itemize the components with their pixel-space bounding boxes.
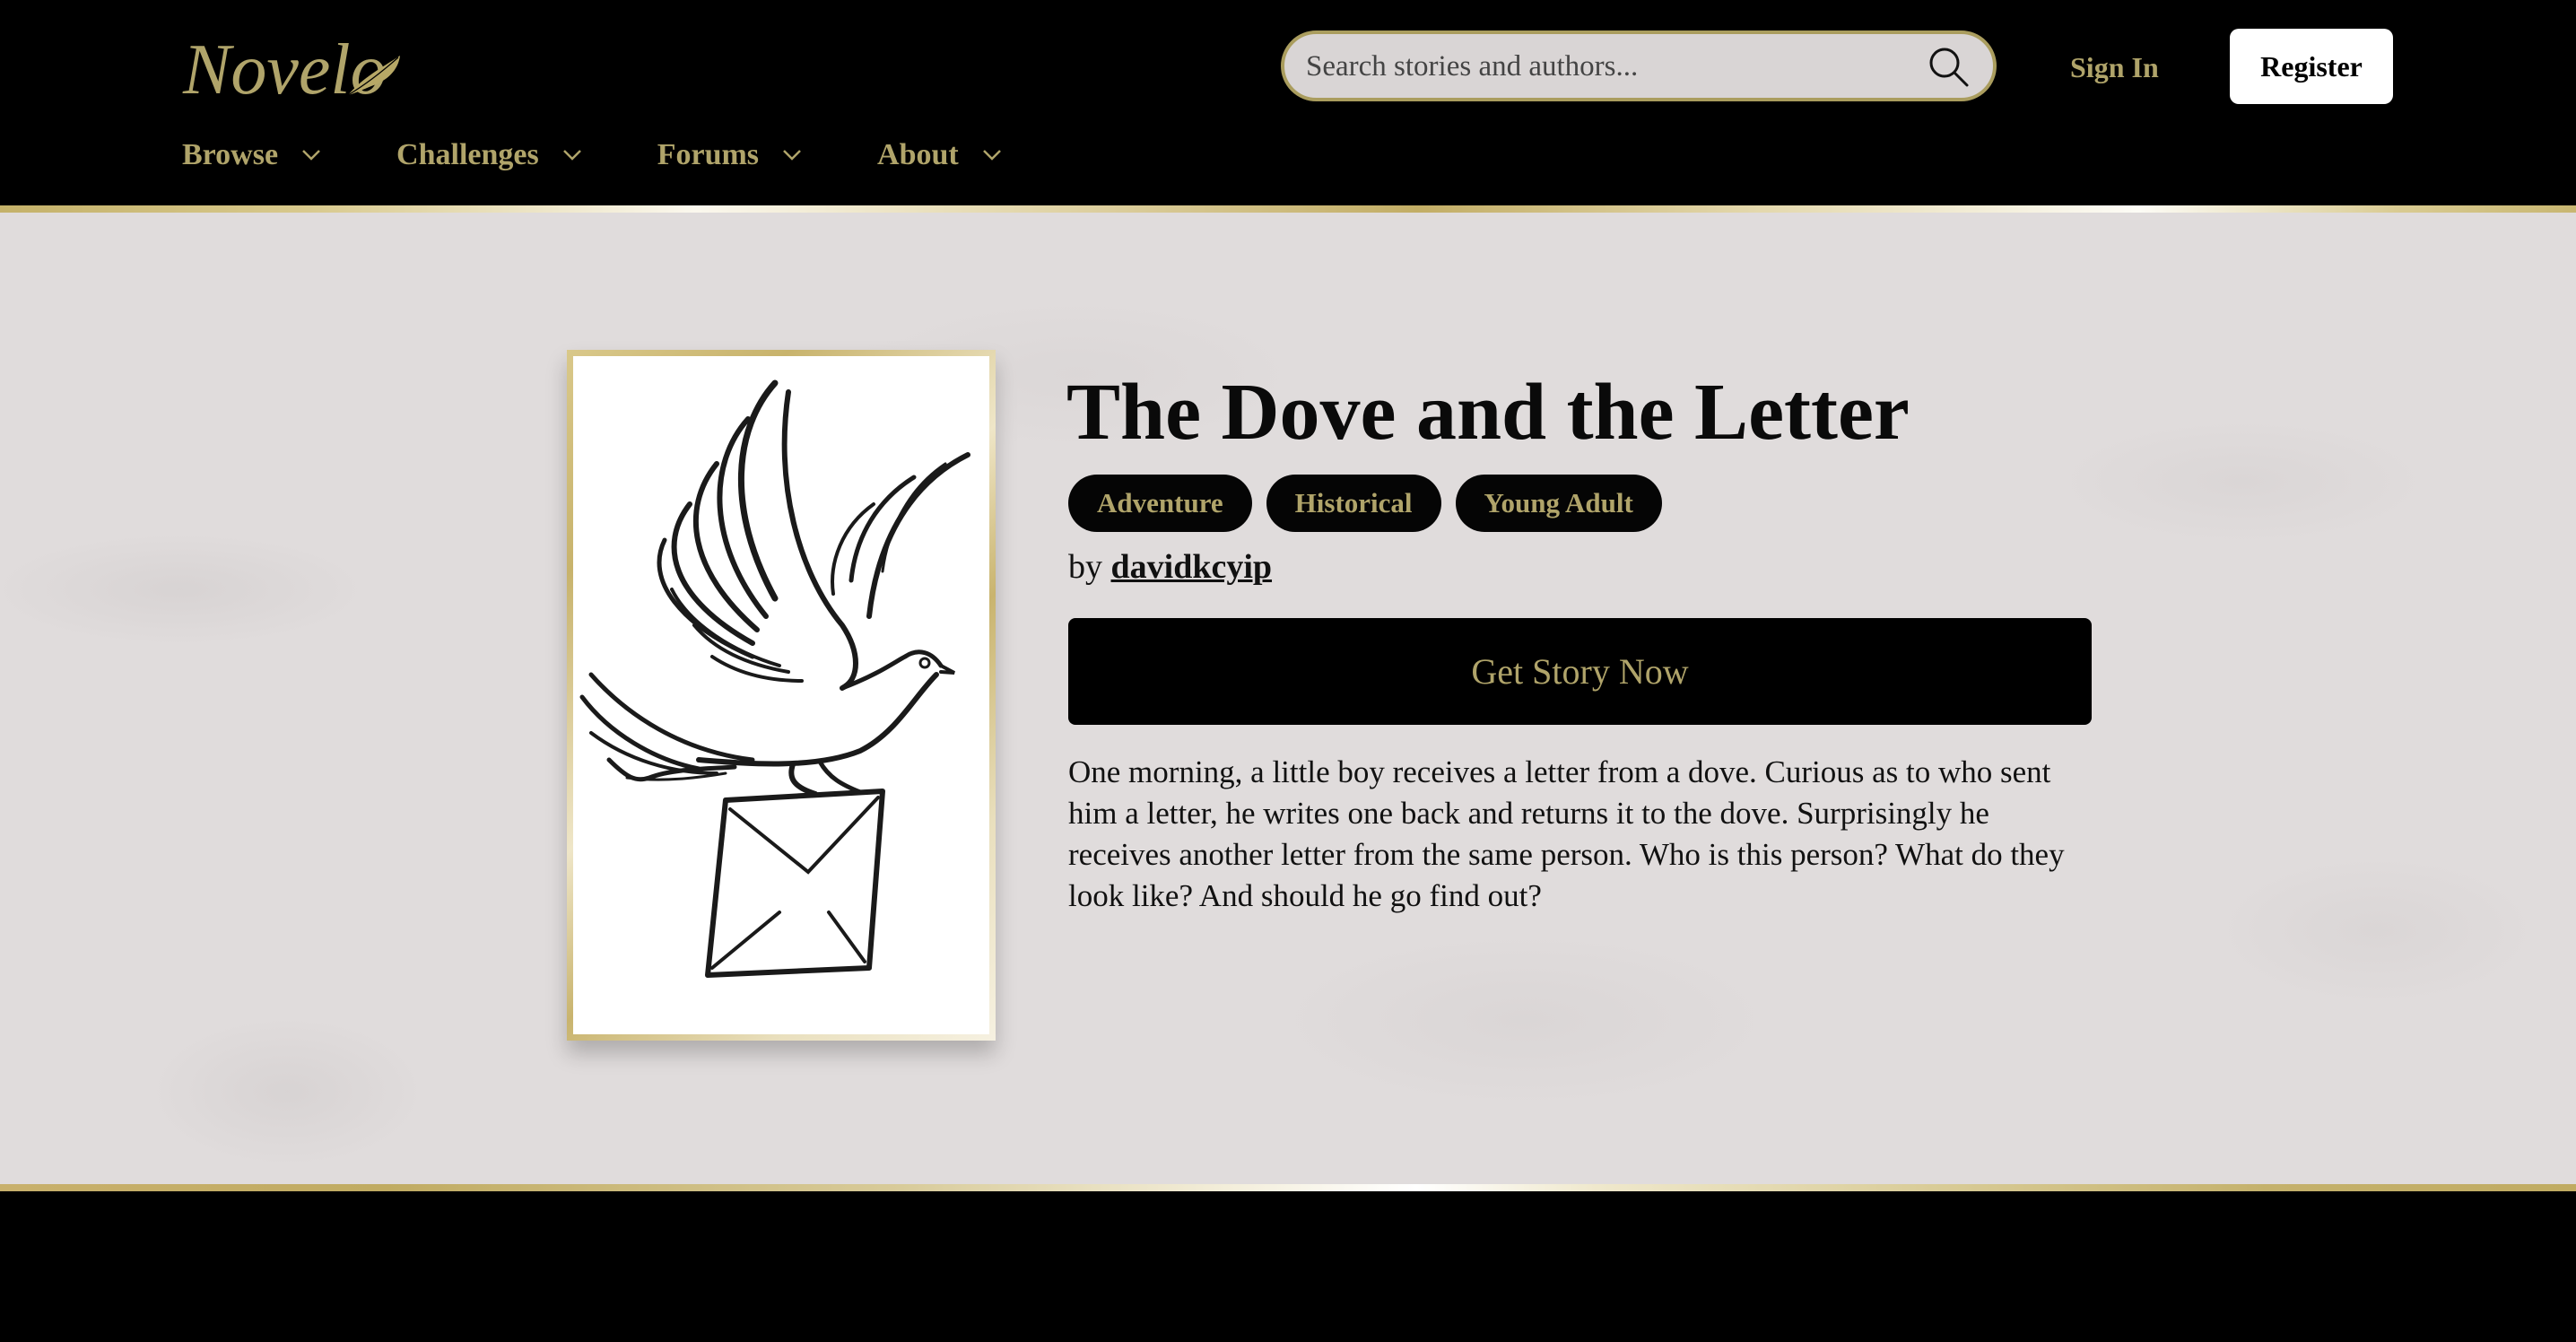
genre-tags: Adventure Historical Young Adult — [1068, 475, 1676, 532]
novelo-logo[interactable]: Novelo — [179, 23, 404, 109]
story-cover — [567, 350, 996, 1041]
get-story-button[interactable]: Get Story Now — [1068, 618, 2092, 725]
search-icon[interactable] — [1927, 45, 1970, 88]
site-header: Novelo Sign In Register Browse Challenge… — [0, 0, 2576, 205]
sign-in-link[interactable]: Sign In — [2070, 36, 2159, 99]
tag-young-adult[interactable]: Young Adult — [1455, 475, 1662, 532]
nav-item-challenges[interactable]: Challenges — [396, 128, 582, 182]
story-description: One morning, a little boy receives a let… — [1068, 754, 2065, 913]
register-button[interactable]: Register — [2230, 29, 2393, 104]
search-bar — [1281, 30, 1997, 101]
cover-image — [573, 356, 989, 1034]
tag-adventure[interactable]: Adventure — [1068, 475, 1252, 532]
novelo-logo-mark: Novelo — [182, 30, 400, 109]
gold-divider-top — [0, 205, 2576, 213]
gold-divider-bottom — [0, 1184, 2576, 1191]
tag-historical[interactable]: Historical — [1266, 475, 1441, 532]
nav-item-browse[interactable]: Browse — [182, 128, 321, 182]
chevron-down-icon — [783, 150, 801, 161]
chevron-down-icon — [982, 150, 1001, 161]
search-input[interactable] — [1304, 34, 1918, 100]
nav-item-forums[interactable]: Forums — [657, 128, 802, 182]
logo-wordmark: Novelo — [182, 30, 387, 109]
main-nav: Browse Challenges Forums About — [182, 128, 1002, 182]
nav-item-label: Challenges — [396, 138, 539, 171]
dove-envelope-illustration — [579, 379, 970, 978]
author-byline: by davidkcyip — [1068, 542, 1272, 592]
chevron-down-icon — [302, 150, 320, 161]
nav-item-about[interactable]: About — [877, 128, 1002, 182]
author-link[interactable]: davidkcyip — [1111, 548, 1273, 586]
nav-item-label: Browse — [182, 138, 279, 171]
site-footer — [0, 1191, 2576, 1342]
byline-prefix: by — [1068, 548, 1102, 586]
story-title: The Dove and the Letter — [1066, 368, 1910, 457]
nav-item-label: About — [877, 138, 959, 171]
chevron-down-icon — [562, 150, 581, 161]
nav-item-label: Forums — [657, 138, 760, 171]
